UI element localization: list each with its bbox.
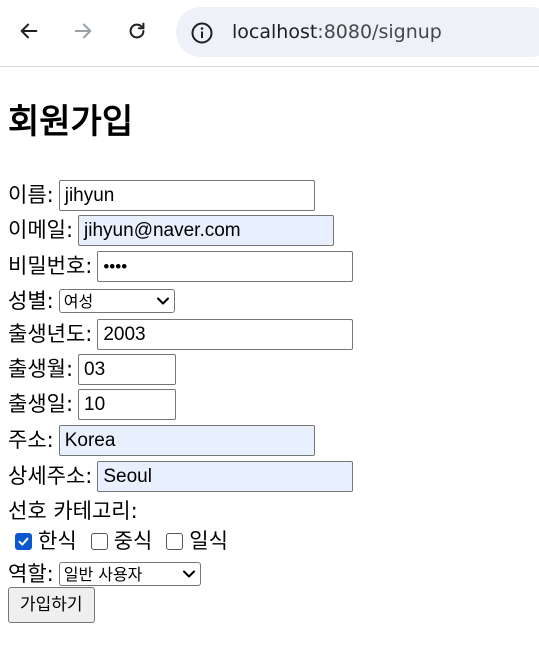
name-label: 이름: — [8, 183, 54, 207]
gender-select[interactable]: 여성 — [58, 289, 175, 313]
gender-row: 성별: 여성 — [8, 284, 175, 318]
birth-year-row: 출생년도: 2003 — [8, 317, 354, 351]
name-input[interactable]: jihyun — [58, 179, 315, 211]
signup-form: 이름: jihyun 이메일: jihyun@naver.com 비밀번호: •… — [8, 0, 533, 670]
birth-day-label: 출생일: — [8, 392, 74, 416]
category-label-japanese: 일식 — [189, 529, 228, 553]
signup-submit-button[interactable]: 가입하기 — [8, 587, 95, 623]
email-label: 이메일: — [8, 218, 74, 242]
category-options: 한식 중식 일식 — [8, 524, 236, 558]
role-row: 역할: 일반 사용자 — [8, 557, 201, 591]
role-select[interactable]: 일반 사용자 — [58, 562, 201, 586]
role-selected-value: 일반 사용자 — [63, 564, 143, 584]
email-row: 이메일: jihyun@naver.com — [8, 213, 335, 247]
category-label-chinese: 중식 — [113, 529, 153, 553]
birth-month-label: 출생월: — [8, 357, 74, 381]
birth-year-input[interactable]: 2003 — [97, 318, 354, 350]
category-label: 선호 카테고리: — [8, 499, 138, 523]
gender-selected-value: 여성 — [63, 291, 94, 311]
address-row: 주소: Korea — [8, 423, 315, 457]
gender-label: 성별: — [8, 289, 54, 313]
address-input[interactable]: Korea — [58, 424, 315, 456]
category-heading-row: 선호 카테고리: — [8, 494, 146, 528]
birth-day-row: 출생일: 10 — [8, 387, 177, 421]
birth-day-input[interactable]: 10 — [78, 388, 177, 420]
birth-month-input[interactable]: 03 — [78, 353, 177, 385]
category-checkbox-korean[interactable] — [15, 532, 32, 550]
category-label-korean: 한식 — [38, 529, 77, 553]
password-input[interactable]: •••• — [97, 250, 354, 282]
category-checkbox-japanese[interactable] — [166, 532, 184, 550]
birth-month-row: 출생월: 03 — [8, 352, 177, 386]
name-row: 이름: jihyun — [8, 178, 315, 212]
address-detail-input[interactable]: Seoul — [97, 460, 354, 492]
address-detail-label: 상세주소: — [8, 464, 93, 488]
address-label: 주소: — [8, 428, 54, 452]
address-detail-row: 상세주소: Seoul — [8, 459, 354, 493]
password-row: 비밀번호: •••• — [8, 249, 354, 283]
chevron-down-icon — [182, 570, 195, 578]
role-label: 역할: — [8, 562, 54, 586]
email-input[interactable]: jihyun@naver.com — [78, 214, 335, 246]
check-icon — [18, 537, 29, 546]
birth-year-label: 출생년도: — [8, 322, 93, 346]
category-checkbox-chinese[interactable] — [90, 532, 108, 550]
chevron-down-icon — [156, 297, 169, 305]
password-label: 비밀번호: — [8, 254, 93, 278]
submit-row: 가입하기 — [8, 587, 95, 623]
